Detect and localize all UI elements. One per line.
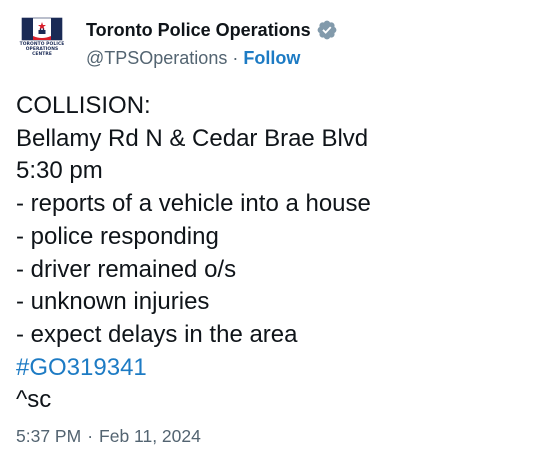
separator-dot: · bbox=[232, 47, 239, 68]
avatar-caption-line: CENTRE bbox=[32, 52, 52, 57]
author-handle[interactable]: @TPSOperations bbox=[86, 48, 227, 69]
verified-badge-icon[interactable] bbox=[316, 19, 338, 41]
tweet-line: - driver remained o/s bbox=[16, 255, 237, 283]
tweet-card: TORONTO POLICE OPERATIONS CENTRE Toronto… bbox=[0, 0, 556, 456]
tweet-text: COLLISION: Bellamy Rd N & Cedar Brae Blv… bbox=[16, 90, 536, 417]
tweet-line: - police responding bbox=[16, 222, 219, 250]
avatar-caption: TORONTO POLICE OPERATIONS CENTRE bbox=[16, 42, 68, 57]
tweet-line: - expect delays in the area bbox=[16, 320, 298, 348]
tweet-line: COLLISION: bbox=[16, 92, 151, 119]
avatar[interactable]: TORONTO POLICE OPERATIONS CENTRE bbox=[16, 14, 68, 66]
follow-button[interactable]: Follow bbox=[243, 48, 300, 69]
display-name[interactable]: Toronto Police Operations bbox=[86, 20, 311, 41]
display-name-row: Toronto Police Operations bbox=[86, 18, 338, 42]
toronto-flag-logo-icon bbox=[21, 17, 63, 41]
tweet-signature: ^sc bbox=[16, 386, 52, 414]
tweet-line: 5:30 pm bbox=[16, 157, 103, 185]
tweet-line: - unknown injuries bbox=[16, 288, 210, 316]
author-info: Toronto Police Operations @TPSOperations… bbox=[86, 14, 338, 71]
hashtag-link[interactable]: #GO319341 bbox=[16, 352, 536, 385]
tweet-line: Bellamy Rd N & Cedar Brae Blvd bbox=[16, 124, 369, 152]
post-time[interactable]: 5:37 PM bbox=[16, 426, 81, 447]
post-date[interactable]: Feb 11, 2024 bbox=[99, 426, 201, 447]
tweet-footer: 5:37 PM · Feb 11, 2024 bbox=[16, 426, 201, 447]
tweet-header: TORONTO POLICE OPERATIONS CENTRE Toronto… bbox=[16, 14, 338, 71]
separator-dot: · bbox=[87, 426, 94, 446]
tweet-line: - reports of a vehicle into a house bbox=[16, 190, 371, 218]
handle-row: @TPSOperations · Follow bbox=[86, 45, 338, 71]
